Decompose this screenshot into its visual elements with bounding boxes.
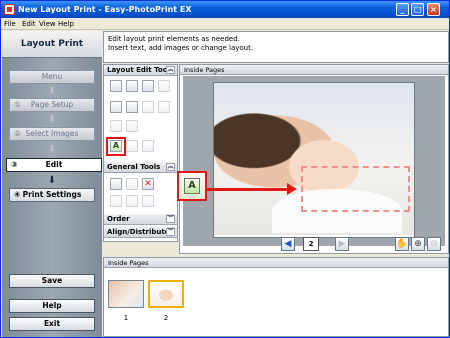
align-distribute-header[interactable]: Align/Distribute ︾ (104, 227, 177, 238)
image-position-icon[interactable] (158, 101, 170, 113)
rotate-image-icon[interactable] (110, 80, 122, 92)
previous-page-button[interactable]: ◀ (281, 237, 295, 251)
down-arrow-icon: ⬇ (47, 86, 57, 97)
minimize-button[interactable]: _ (396, 3, 409, 16)
redo-icon[interactable] (126, 178, 138, 190)
undo-icon[interactable] (110, 178, 122, 190)
thumbnail-page-2[interactable] (148, 280, 184, 308)
collapse-icon[interactable]: ︽ (166, 163, 175, 171)
title-bar: New Layout Print - Easy-PhotoPrint EX _ … (1, 1, 449, 18)
menu-file[interactable]: File (4, 19, 16, 29)
thumbnail-number: 2 (163, 314, 169, 322)
step-select-images-label: Select Images (25, 129, 79, 138)
down-arrow-icon: ⬇ (47, 175, 57, 186)
order-header[interactable]: Order ︾ (104, 214, 177, 225)
maximize-button[interactable]: □ (411, 3, 424, 16)
step-page-setup-label: Page Setup (30, 100, 74, 109)
copy-icon[interactable] (126, 195, 138, 207)
expand-icon[interactable]: ︾ (166, 228, 175, 236)
layout-edit-tools-header[interactable]: Layout Edit Tools ︽ (104, 65, 177, 76)
menu-edit[interactable]: Edit (22, 19, 36, 29)
step-page-setup[interactable]: ① Page Setup (9, 98, 95, 112)
general-tools-title: General Tools (107, 163, 161, 171)
thumbnail-page-1[interactable] (108, 280, 144, 308)
text-box-placeholder[interactable] (301, 166, 410, 212)
pointer-arrow (207, 183, 297, 195)
thumbnail-panel-title: Inside Pages (104, 258, 448, 268)
delete-image-icon[interactable] (126, 120, 138, 132)
order-title: Order (107, 215, 130, 223)
layout-icon[interactable] (110, 101, 122, 113)
step-edit[interactable]: ③ Edit (6, 158, 102, 172)
app-icon (4, 4, 15, 15)
layout-edit-tools-title: Layout Edit Tools (107, 66, 175, 74)
photo-sleeping-baby[interactable] (214, 83, 414, 235)
step-print-settings[interactable]: ④ Print Settings (9, 188, 95, 202)
thumbnail-panel: Inside Pages 1 2 (103, 257, 449, 337)
hand-tool-icon[interactable]: ✋ (395, 237, 409, 251)
general-tools-header[interactable]: General Tools ︽ (104, 162, 177, 173)
image-size-icon[interactable] (142, 101, 154, 113)
navigation-panel: Layout Print Menu ⬇ ① Page Setup ⬇ ② Sel… (2, 31, 102, 337)
paste-icon[interactable] (142, 195, 154, 207)
zoom-out-icon[interactable]: ⊖ (427, 237, 441, 251)
crop-image-icon[interactable] (126, 80, 138, 92)
menu-help[interactable]: Help (58, 19, 74, 29)
menu-view[interactable]: View (39, 19, 56, 29)
thumbnail-number: 1 (123, 314, 129, 322)
add-image-icon[interactable] (126, 101, 138, 113)
app-window: New Layout Print - Easy-PhotoPrint EX _ … (0, 0, 450, 338)
text-style-icon[interactable] (126, 140, 138, 152)
panel-title: Layout Print (2, 31, 102, 58)
replace-image-icon[interactable] (142, 80, 154, 92)
step-menu[interactable]: Menu (9, 70, 95, 84)
edit-area-title: Inside Pages (180, 65, 448, 75)
down-arrow-icon: ⬇ (47, 144, 57, 155)
exit-button[interactable]: Exit (9, 317, 95, 331)
page-navigator: ◀ 2 ▶ ✋ ⊕ ⊖ (179, 235, 449, 255)
step-print-settings-label: Print Settings (22, 190, 82, 199)
instruction-line-1: Edit layout print elements as needed. (108, 35, 240, 43)
collapse-icon[interactable]: ︽ (166, 66, 175, 74)
window-title: New Layout Print - Easy-PhotoPrint EX (18, 5, 192, 14)
delete-icon[interactable]: ✕ (142, 178, 154, 190)
save-button[interactable]: Save (9, 274, 95, 288)
menu-bar: File Edit View Help (1, 18, 449, 30)
text-tool-callout: A (177, 171, 207, 201)
expand-icon[interactable]: ︾ (166, 215, 175, 223)
help-button[interactable]: Help (9, 299, 95, 313)
close-button[interactable]: × (427, 3, 440, 16)
next-page-button[interactable]: ▶ (335, 237, 349, 251)
cut-icon[interactable] (110, 195, 122, 207)
frame-icon[interactable] (158, 80, 170, 92)
step-select-images[interactable]: ② Select Images (9, 127, 95, 141)
zoom-in-icon[interactable]: ⊕ (411, 237, 425, 251)
align-distribute-title: Align/Distribute (107, 228, 170, 236)
layout-page[interactable] (213, 82, 415, 238)
page-canvas (183, 76, 445, 246)
step-edit-label: Edit (45, 160, 63, 169)
edit-area: Inside Pages (179, 64, 449, 254)
instruction-line-2: Insert text, add images or change layout… (108, 44, 254, 52)
instructions-box: Edit layout print elements as needed. In… (103, 31, 449, 63)
text-color-icon[interactable] (142, 140, 154, 152)
page-number: 2 (303, 237, 319, 251)
text-tool-highlight (106, 137, 126, 156)
step-menu-label: Menu (41, 72, 63, 81)
add-text-icon: A (184, 178, 200, 194)
fit-image-icon[interactable] (110, 120, 122, 132)
down-arrow-icon: ⬇ (47, 114, 57, 125)
